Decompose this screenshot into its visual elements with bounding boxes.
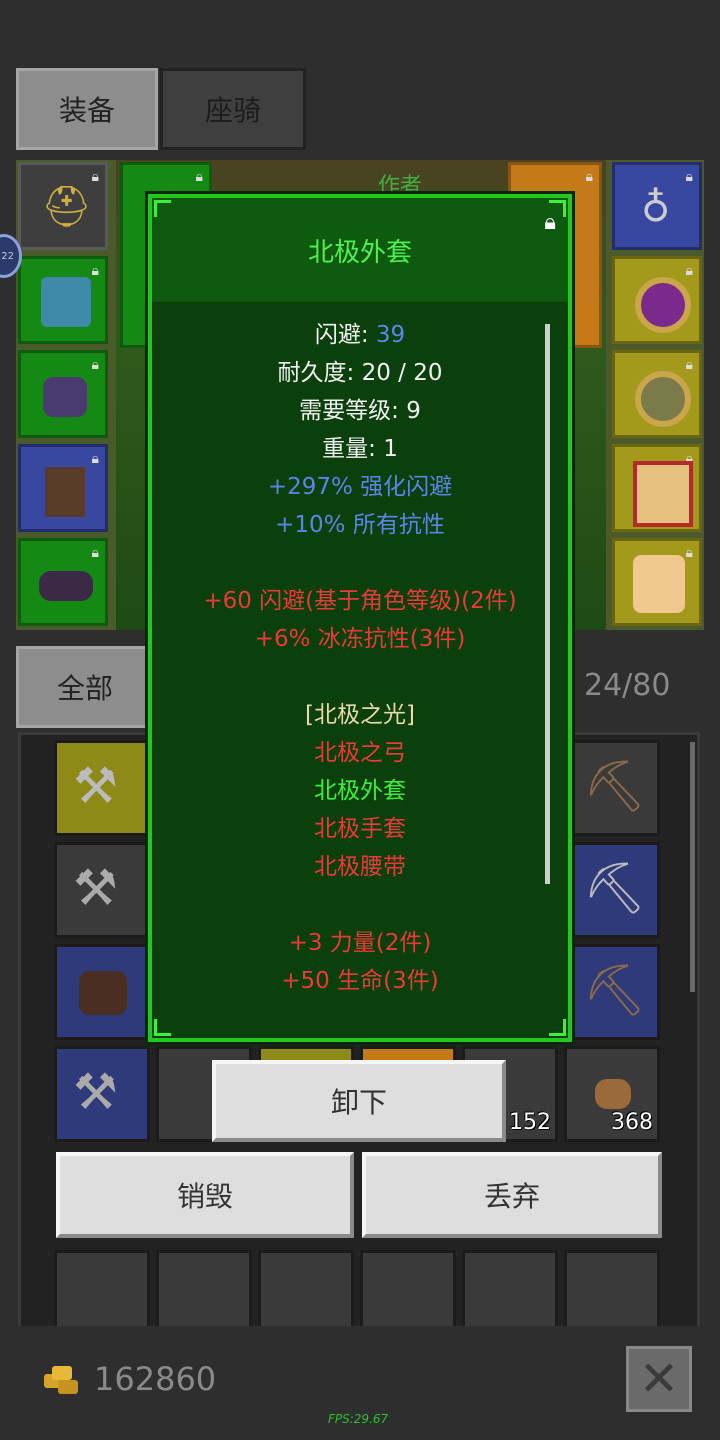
- set-bonus-line: +60 闪避(基于角色等级)(2件): [203, 588, 517, 614]
- lock-icon: 🔒︎: [685, 263, 693, 279]
- stat-dodge: 闪避: 39: [314, 322, 406, 348]
- gold-coins-icon: [44, 1366, 80, 1396]
- slot-gloves[interactable]: 🔒︎: [18, 350, 108, 438]
- lock-icon: 🔒︎: [91, 545, 99, 561]
- set-item: 北极手套: [314, 816, 406, 842]
- unequip-button[interactable]: 卸下: [212, 1060, 506, 1142]
- axe-icon: ⚒: [73, 757, 118, 815]
- lock-icon: 🔒︎: [685, 169, 693, 185]
- corner-ornament: [154, 200, 171, 217]
- close-icon: ✕: [638, 1351, 680, 1407]
- portrait-icon: [633, 555, 685, 613]
- slot-amulet[interactable]: 🔒︎ ♁: [612, 162, 702, 250]
- tab-mount[interactable]: 座骑: [160, 68, 306, 150]
- boots-icon: [45, 467, 85, 517]
- slot-chest[interactable]: 🔒︎: [18, 256, 108, 344]
- set-bonus-line: +50 生命(3件): [281, 968, 439, 994]
- slot-belt[interactable]: 🔒︎: [18, 538, 108, 626]
- stat-enhanced-dodge: +297% 强化闪避: [267, 474, 453, 500]
- ring-purple-icon: [635, 277, 691, 333]
- amulet-icon: ♁: [641, 185, 671, 231]
- pickaxe-icon: ⛏: [583, 859, 647, 917]
- slot-book[interactable]: 🔒︎: [612, 444, 702, 532]
- pickaxe-icon: ⛏: [583, 961, 647, 1019]
- set-bonus-line: +3 力量(2件): [288, 930, 432, 956]
- item-title: 北极外套: [152, 198, 568, 302]
- ore-icon: [595, 1079, 631, 1109]
- belt-icon: [39, 571, 93, 601]
- destroy-button[interactable]: 销毁: [56, 1152, 354, 1238]
- ring-gold-icon: [635, 371, 691, 427]
- slot-helmet[interactable]: 🔒︎ ⛑: [18, 162, 108, 250]
- lock-icon: 🔒︎: [195, 169, 203, 185]
- lock-icon[interactable]: 🔒︎: [544, 210, 556, 235]
- inventory-slot[interactable]: 368: [564, 1046, 660, 1142]
- inventory-slot[interactable]: [54, 944, 150, 1040]
- lock-icon: 🔒︎: [585, 169, 593, 185]
- slot-portrait[interactable]: 🔒︎: [612, 538, 702, 626]
- lock-icon: 🔒︎: [91, 263, 99, 279]
- inventory-capacity: 24/80: [584, 668, 671, 703]
- axe-icon: ⚒: [73, 1063, 118, 1121]
- inventory-slot[interactable]: ⛏: [564, 740, 660, 836]
- corner-ornament: [154, 1019, 171, 1036]
- book-icon: [633, 461, 693, 527]
- lock-icon: 🔒︎: [91, 451, 99, 467]
- gloves-icon: [43, 377, 87, 417]
- corner-ornament: [549, 1019, 566, 1036]
- gloves-icon: [79, 971, 127, 1015]
- drop-button[interactable]: 丢弃: [362, 1152, 662, 1238]
- stat-all-resist: +10% 所有抗性: [275, 512, 445, 538]
- stat-weight: 重量: 1: [322, 436, 398, 462]
- set-item: 北极之弓: [314, 740, 406, 766]
- gold-amount: 162860: [94, 1360, 217, 1398]
- lock-icon: 🔒︎: [685, 545, 693, 561]
- set-bonus-line: +6% 冰冻抗性(3件): [254, 626, 466, 652]
- lock-icon: 🔒︎: [91, 357, 99, 373]
- chest-armor-icon: [41, 277, 91, 327]
- fps-counter: FPS:29.67: [328, 1412, 389, 1426]
- inventory-slot[interactable]: ⛏: [564, 842, 660, 938]
- item-count: 368: [611, 1110, 653, 1135]
- slot-ring-1[interactable]: 🔒︎: [612, 256, 702, 344]
- inventory-scrollbar[interactable]: [690, 742, 695, 992]
- filter-all-button[interactable]: 全部: [16, 646, 154, 728]
- slot-boots[interactable]: 🔒︎: [18, 444, 108, 532]
- helmet-icon: ⛑: [41, 184, 92, 230]
- pickaxe-icon: ⛏: [583, 757, 647, 815]
- close-button[interactable]: ✕: [626, 1346, 692, 1412]
- stat-required-level: 需要等级: 9: [299, 398, 421, 424]
- set-name: [北极之光]: [305, 702, 415, 728]
- tooltip-scrollbar[interactable]: [545, 324, 550, 884]
- inventory-slot[interactable]: ⚒: [54, 1046, 150, 1142]
- item-count: 152: [509, 1110, 551, 1135]
- set-item: 北极外套: [314, 778, 406, 804]
- set-item: 北极腰带: [314, 854, 406, 880]
- inventory-slot[interactable]: ⚒: [54, 842, 150, 938]
- item-tooltip: 北极外套 🔒︎ 闪避: 39 耐久度: 20 / 20 需要等级: 9 重量: …: [148, 194, 572, 1042]
- lock-icon: 🔒︎: [91, 169, 99, 185]
- axe-icon: ⚒: [73, 859, 118, 917]
- stat-durability: 耐久度: 20 / 20: [277, 360, 443, 386]
- inventory-slot[interactable]: ⛏: [564, 944, 660, 1040]
- slot-ring-2[interactable]: 🔒︎: [612, 350, 702, 438]
- inventory-slot[interactable]: ⚒: [54, 740, 150, 836]
- item-stats: 闪避: 39 耐久度: 20 / 20 需要等级: 9 重量: 1 +297% …: [152, 302, 568, 1000]
- lock-icon: 🔒︎: [685, 357, 693, 373]
- tab-equipment[interactable]: 装备: [16, 68, 158, 150]
